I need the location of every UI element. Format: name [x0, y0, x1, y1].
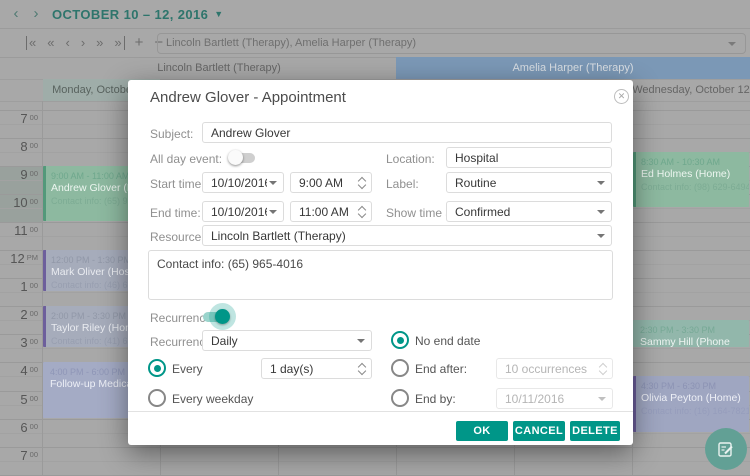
start-date-select[interactable] — [202, 172, 284, 193]
no-end-date-label: No end date — [415, 334, 480, 348]
appointment[interactable]: 2:30 PM - 3:30 PMSammy Hill (Phone Consu… — [633, 320, 749, 347]
time-label: 700 — [0, 112, 38, 125]
time-label: 800 — [0, 140, 38, 153]
notes-textarea[interactable]: Contact info: (65) 965-4016 — [148, 250, 613, 300]
appointment[interactable]: 4:30 PM - 6:30 PMOlivia Peyton (Home)Con… — [633, 376, 749, 431]
appointment[interactable]: 8:30 AM - 10:30 AMEd Holmes (Home)Contac… — [633, 152, 749, 207]
date-navigator-bar: ‹ › OCTOBER 10 – 12, 2016 ▼ — [0, 0, 750, 29]
resource-header-lincoln[interactable]: Lincoln Bartlett (Therapy) — [42, 57, 397, 79]
end-by-date-select[interactable] — [496, 388, 613, 409]
time-label: 100 — [0, 280, 38, 293]
recurrence-toggle[interactable] — [202, 309, 230, 325]
radio-end-after[interactable] — [391, 359, 409, 377]
all-day-toggle[interactable] — [228, 150, 256, 166]
time-label: 900 — [0, 168, 38, 181]
recurrence-type-select[interactable] — [202, 330, 372, 351]
dialog-title: Andrew Glover - Appointment — [150, 89, 346, 106]
show-time-as-select[interactable] — [446, 201, 612, 222]
fab-new-appointment-button[interactable] — [705, 428, 747, 470]
previous-appointment-icon[interactable]: ‹ — [64, 36, 70, 50]
subject-label: Subject: — [150, 127, 193, 141]
all-day-label: All day event: — [150, 152, 222, 166]
radio-end-by[interactable] — [391, 389, 409, 407]
grid-line — [0, 447, 750, 448]
interval-spinner[interactable] — [261, 358, 372, 379]
dialog-footer-divider — [128, 411, 633, 412]
time-label: 600 — [0, 421, 38, 434]
close-icon[interactable]: ✕ — [614, 89, 629, 104]
location-label: Location: — [386, 152, 435, 166]
end-time-spinner[interactable] — [290, 201, 372, 222]
radio-every[interactable] — [148, 359, 166, 377]
start-time-spinner[interactable] — [290, 172, 372, 193]
date-prev-icon[interactable]: ‹ — [6, 0, 26, 28]
resources-select[interactable]: Lincoln Bartlett (Therapy), Amelia Harpe… — [157, 33, 746, 54]
edit-note-icon — [716, 439, 736, 459]
date-range-caret-icon[interactable]: ▼ — [214, 9, 223, 19]
every-weekday-label: Every weekday — [172, 392, 253, 406]
next-appointment-icon[interactable]: › — [80, 36, 86, 50]
next-page-icon[interactable]: » — [95, 36, 104, 50]
end-by-label: End by: — [415, 392, 456, 406]
date-next-icon[interactable]: › — [26, 0, 46, 28]
time-label: 700 — [0, 449, 38, 462]
day-header-wednesday[interactable]: Wednesday, October 12 — [632, 79, 750, 101]
time-label: 12PM — [0, 252, 38, 265]
resources-select-value: Lincoln Bartlett (Therapy), Amelia Harpe… — [166, 37, 416, 49]
every-label: Every — [172, 362, 203, 376]
appointment-dialog: Andrew Glover - Appointment ✕ Subject: A… — [128, 80, 633, 445]
time-label: 500 — [0, 393, 38, 406]
end-time-label: End time: — [150, 206, 201, 220]
scheduler-app: ‹ › OCTOBER 10 – 12, 2016 ▼ ««‹›»»+− Lin… — [0, 0, 750, 476]
radio-no-end-date[interactable] — [391, 331, 409, 349]
delete-button[interactable]: DELETE — [570, 421, 620, 441]
resource-select[interactable] — [202, 225, 612, 246]
occurrences-spinner[interactable] — [496, 358, 613, 379]
location-field[interactable] — [446, 147, 612, 168]
grid-line — [0, 475, 750, 476]
first-appointment-icon[interactable]: « — [26, 36, 37, 50]
subject-field[interactable] — [202, 122, 612, 143]
previous-page-icon[interactable]: « — [46, 36, 55, 50]
resource-header-amelia[interactable]: Amelia Harper (Therapy) — [396, 57, 750, 79]
scheduler-toolbar: ««‹›»»+− Lincoln Bartlett (Therapy), Ame… — [0, 29, 750, 58]
time-label: 1100 — [0, 224, 38, 237]
resource-label: Resource: — [150, 230, 205, 244]
ok-button[interactable]: OK — [456, 421, 508, 441]
date-range-title[interactable]: OCTOBER 10 – 12, 2016 — [52, 7, 208, 22]
radio-every-weekday[interactable] — [148, 389, 166, 407]
time-label: 400 — [0, 364, 38, 377]
label-label: Label: — [386, 177, 419, 191]
start-time-label: Start time: — [150, 177, 205, 191]
resource-header-row: Lincoln Bartlett (Therapy) Amelia Harper… — [0, 57, 750, 80]
chevron-down-icon — [728, 42, 736, 46]
cancel-button[interactable]: CANCEL — [513, 421, 565, 441]
zoom-in-icon[interactable]: + — [134, 36, 145, 50]
label-select[interactable] — [446, 172, 612, 193]
end-after-label: End after: — [415, 362, 467, 376]
time-label: 300 — [0, 336, 38, 349]
time-label: 1000 — [0, 196, 38, 209]
end-date-select[interactable] — [202, 201, 284, 222]
last-appointment-icon[interactable]: » — [113, 36, 124, 50]
grid-line — [0, 461, 750, 462]
time-label: 200 — [0, 308, 38, 321]
